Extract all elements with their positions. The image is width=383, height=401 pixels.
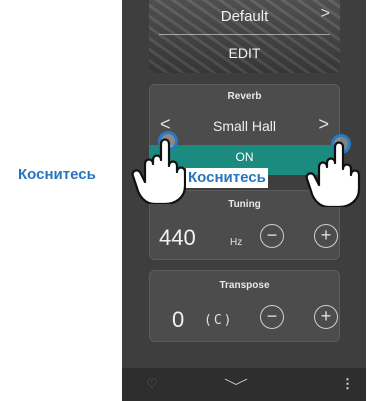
minus-icon: −: [266, 306, 278, 326]
hand-pointer-icon: [131, 138, 187, 204]
transpose-title: Transpose: [219, 280, 270, 291]
tuning-unit: Hz: [230, 237, 243, 248]
transpose-card: Transpose 0 (C) − +: [149, 270, 340, 342]
transpose-minus-button[interactable]: −: [260, 305, 284, 329]
tuning-plus-button[interactable]: +: [314, 224, 338, 248]
chevron-down-icon[interactable]: ⌵: [224, 372, 248, 390]
plus-icon: +: [320, 306, 332, 326]
transpose-value: 0: [172, 307, 185, 332]
tap-callout-right: Коснитесь: [186, 168, 268, 188]
edit-button[interactable]: EDIT: [149, 45, 340, 61]
tap-callout-left: Коснитесь: [16, 165, 98, 185]
more-icon[interactable]: ⋮: [341, 376, 354, 392]
transpose-key: (C): [204, 313, 234, 328]
chevron-right-icon[interactable]: >: [318, 114, 329, 135]
reverb-title: Reverb: [227, 91, 262, 102]
tuning-minus-button[interactable]: −: [260, 224, 284, 248]
divider: [159, 34, 330, 35]
heart-icon[interactable]: ♡: [146, 376, 158, 392]
tuning-value: 440: [159, 225, 196, 250]
hand-pointer-icon: [305, 141, 361, 207]
transpose-plus-button[interactable]: +: [314, 305, 338, 329]
chevron-right-icon[interactable]: >: [321, 5, 330, 23]
sound-name: Default: [220, 8, 269, 25]
minus-icon: −: [266, 225, 278, 245]
reverb-type-value: Small Hall: [212, 118, 276, 134]
bottom-bar: ♡ ⌵ ⋮: [122, 368, 366, 401]
plus-icon: +: [320, 225, 332, 245]
sound-card[interactable]: Default > EDIT: [149, 0, 340, 73]
